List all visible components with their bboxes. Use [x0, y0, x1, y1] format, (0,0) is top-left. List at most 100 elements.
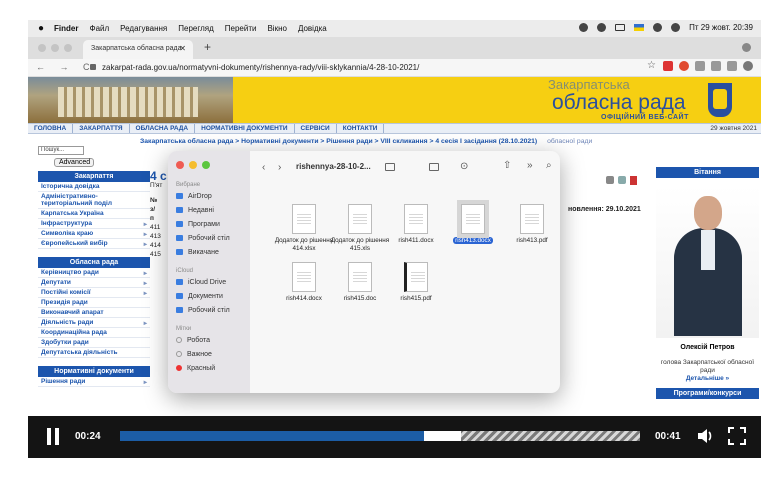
- close-window-icon[interactable]: [176, 161, 184, 169]
- file-item[interactable]: Додаток до рішення 415.xls: [329, 204, 391, 252]
- file-item[interactable]: rish415.doc: [329, 262, 391, 303]
- file-item[interactable]: rish415.pdf: [385, 262, 447, 303]
- sidebar-item-label: Недавні: [188, 207, 214, 214]
- site-nav-zakarpattia[interactable]: ЗАКАРПАТТЯ: [73, 124, 130, 133]
- breadcrumb-path[interactable]: Закарпатська обласна рада > Нормативні д…: [140, 138, 537, 145]
- sidebar-item-recents[interactable]: Недавні: [176, 207, 214, 214]
- sidebar-tag-important[interactable]: Важное: [176, 351, 212, 358]
- file-item[interactable]: rish413.pdf: [501, 204, 560, 245]
- left-link[interactable]: Президія ради: [38, 298, 150, 308]
- fullscreen-icon[interactable]: [728, 427, 746, 445]
- search-icon[interactable]: ⌕: [546, 160, 552, 171]
- progress-track[interactable]: [120, 431, 640, 441]
- extension-icon[interactable]: [711, 61, 721, 71]
- battery-icon[interactable]: [615, 24, 626, 31]
- site-search-input[interactable]: [38, 145, 84, 155]
- new-tab-button[interactable]: +: [204, 40, 211, 54]
- group-icon[interactable]: [385, 163, 395, 174]
- sidebar-item-downloads[interactable]: Викачане: [176, 249, 219, 256]
- left-link[interactable]: Карпатська Україна: [38, 209, 150, 219]
- status-icon[interactable]: [579, 23, 589, 32]
- left-link[interactable]: Адміністративно-територіальний поділ: [38, 192, 150, 209]
- profile-icon[interactable]: [743, 61, 753, 71]
- table-row: 414: [150, 242, 161, 249]
- menu-view[interactable]: Перегляд: [178, 24, 214, 33]
- left-link[interactable]: Постійні комісії ▸: [38, 288, 150, 298]
- left-link[interactable]: Європейський вибір ▸: [38, 239, 150, 249]
- sidebar-item-applications[interactable]: Програми: [176, 221, 220, 228]
- sidebar-item-icloud-drive[interactable]: iCloud Drive: [176, 279, 226, 286]
- minimize-window-icon[interactable]: [51, 44, 59, 52]
- zoom-window-icon[interactable]: [202, 161, 210, 169]
- view-grid-icon[interactable]: [429, 163, 439, 174]
- more-link[interactable]: Детальніше »: [656, 375, 759, 382]
- sidebar-item-desktop[interactable]: Робочий стіл: [176, 235, 230, 242]
- apple-icon[interactable]: ●: [38, 23, 44, 34]
- site-nav-contacts[interactable]: КОНТАКТИ: [337, 124, 385, 133]
- sidebar-tag-red[interactable]: Красный: [176, 365, 215, 372]
- sidebar-item-label: AirDrop: [188, 193, 212, 200]
- menubar-clock[interactable]: Пт 29 жовт. 20:39: [689, 23, 753, 32]
- zoom-window-icon[interactable]: [64, 44, 72, 52]
- file-item-selected[interactable]: rish413.docx: [442, 200, 504, 245]
- pause-button[interactable]: [46, 428, 60, 445]
- tab-search-icon[interactable]: [742, 43, 751, 52]
- print-icon[interactable]: [606, 176, 614, 184]
- site-nav-services[interactable]: СЕРВІСИ: [295, 124, 337, 133]
- back-icon[interactable]: ‹: [262, 162, 265, 173]
- left-link[interactable]: Діяльність ради ▸: [38, 318, 150, 328]
- left-link[interactable]: Виконавчий апарат: [38, 308, 150, 318]
- extension-icon[interactable]: [727, 61, 737, 71]
- file-item[interactable]: Додаток до рішення 414.xlsx: [273, 204, 335, 252]
- left-link-label: Діяльність ради: [41, 319, 94, 326]
- share-icon[interactable]: ⇧: [503, 160, 511, 171]
- menu-help[interactable]: Довідка: [298, 24, 327, 33]
- menu-window[interactable]: Вікно: [267, 24, 286, 33]
- advanced-search-button[interactable]: Advanced: [54, 158, 94, 167]
- menu-edit[interactable]: Редагування: [120, 24, 167, 33]
- left-link[interactable]: Керівництво ради ▸: [38, 268, 150, 278]
- programs-header[interactable]: Програми/конкурси: [656, 388, 759, 399]
- bookmark-star-icon[interactable]: ☆: [647, 61, 657, 71]
- sidebar-item-airdrop[interactable]: AirDrop: [176, 193, 212, 200]
- sidebar-item-documents[interactable]: Документи: [176, 293, 223, 300]
- email-icon[interactable]: [618, 176, 626, 184]
- menu-finder[interactable]: Finder: [54, 24, 78, 33]
- extension-icon[interactable]: [695, 61, 705, 71]
- close-tab-icon[interactable]: ✕: [179, 44, 186, 53]
- site-nav-council[interactable]: ОБЛАСНА РАДА: [130, 124, 196, 133]
- minimize-window-icon[interactable]: [189, 161, 197, 169]
- site-nav-documents[interactable]: НОРМАТИВНІ ДОКУМЕНТИ: [195, 124, 295, 133]
- sidebar-item-icloud-desktop[interactable]: Робочий стіл: [176, 307, 230, 314]
- menu-file[interactable]: Файл: [90, 24, 110, 33]
- more-chevron-icon[interactable]: »: [527, 160, 533, 171]
- status-icon[interactable]: [597, 23, 607, 32]
- file-item[interactable]: rish411.docx: [385, 204, 447, 245]
- pdf-icon[interactable]: [630, 176, 637, 185]
- left-link[interactable]: Історична довідка: [38, 182, 150, 192]
- left-link[interactable]: Інфраструктура ▸: [38, 219, 150, 229]
- file-item[interactable]: rish414.docx: [273, 262, 335, 303]
- wifi-icon[interactable]: [653, 23, 663, 32]
- sidebar-tag-work[interactable]: Робота: [176, 337, 210, 344]
- site-nav-home[interactable]: ГОЛОВНА: [28, 124, 74, 133]
- menu-go[interactable]: Перейти: [225, 24, 257, 33]
- left-link[interactable]: Рішення ради ▸: [38, 377, 150, 387]
- search-icon[interactable]: [671, 23, 681, 32]
- close-window-icon[interactable]: [38, 44, 46, 52]
- more-actions-icon[interactable]: ⊙: [460, 161, 468, 172]
- left-link[interactable]: Здобутки ради: [38, 338, 150, 348]
- nav-buttons[interactable]: ← → C: [36, 62, 96, 72]
- left-link[interactable]: Депутати ▸: [38, 278, 150, 288]
- extension-icon[interactable]: [663, 61, 673, 71]
- left-link[interactable]: Координаційна рада: [38, 328, 150, 338]
- extension-icon[interactable]: [679, 61, 689, 71]
- left-link[interactable]: Депутатська діяльність: [38, 348, 150, 358]
- tag-dot-icon: [176, 365, 182, 372]
- forward-icon[interactable]: ›: [278, 162, 281, 173]
- volume-icon[interactable]: [696, 427, 714, 445]
- url-field[interactable]: zakarpat-rada.gov.ua/normatyvni-dokument…: [90, 63, 419, 72]
- input-language-icon[interactable]: [634, 24, 645, 31]
- left-link[interactable]: Символіка краю ▸: [38, 229, 150, 239]
- browser-tab[interactable]: Закарпатська обласна рада ✕: [83, 40, 193, 59]
